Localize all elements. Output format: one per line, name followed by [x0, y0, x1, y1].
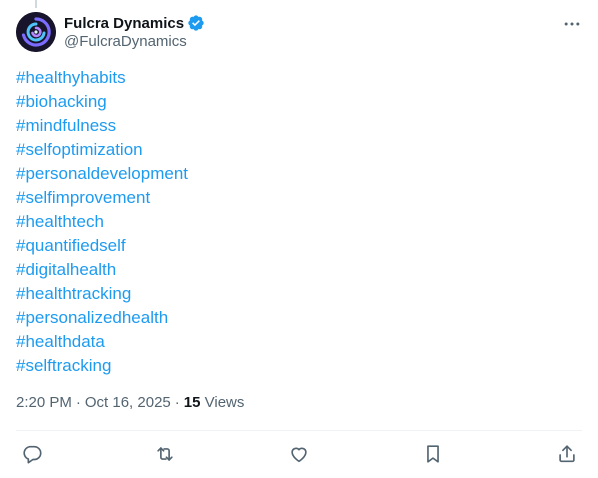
tweet-metadata: 2:20 PM · Oct 16, 2025 · 15 Views [16, 393, 244, 413]
views-label[interactable]: Views [205, 394, 245, 411]
repost-icon[interactable] [153, 442, 177, 466]
more-icon[interactable] [562, 14, 582, 34]
bookmark-icon[interactable] [421, 442, 445, 466]
views-count[interactable]: 15 [184, 394, 201, 411]
fulcra-logo-icon [16, 12, 56, 52]
tweet-actions-bar [16, 440, 582, 468]
tweet-time[interactable]: 2:20 PM [16, 394, 72, 411]
hashtag-link[interactable]: #personalizedhealth [16, 306, 582, 330]
hashtag-link[interactable]: #mindfulness [16, 114, 582, 138]
hashtag-link[interactable]: #healthyhabits [16, 66, 582, 90]
hashtag-link[interactable]: #healthdata [16, 330, 582, 354]
heart-icon[interactable] [287, 442, 311, 466]
tweet-body: #healthyhabits #biohacking #mindfulness … [16, 66, 582, 378]
meta-separator: · [174, 394, 180, 411]
hashtag-link[interactable]: #quantifiedself [16, 234, 582, 258]
avatar[interactable] [16, 12, 56, 52]
hashtag-link[interactable]: #selftracking [16, 354, 582, 378]
verified-badge-icon[interactable] [187, 14, 205, 32]
hashtag-link[interactable]: #biohacking [16, 90, 582, 114]
tweet-header: Fulcra Dynamics @FulcraDynamics [16, 12, 582, 52]
hashtag-link[interactable]: #personaldevelopment [16, 162, 582, 186]
hashtag-link[interactable]: #healthtech [16, 210, 582, 234]
divider [16, 430, 582, 431]
author-name-row: Fulcra Dynamics [64, 13, 205, 33]
share-icon[interactable] [555, 442, 579, 466]
tweet-date[interactable]: Oct 16, 2025 [85, 394, 171, 411]
hashtag-link[interactable]: #digitalhealth [16, 258, 582, 282]
author-handle[interactable]: @FulcraDynamics [64, 33, 187, 50]
hashtag-link[interactable]: #healthtracking [16, 282, 582, 306]
meta-separator: · [75, 394, 81, 411]
reply-icon[interactable] [20, 442, 44, 466]
thread-connector-line [35, 0, 37, 8]
hashtag-link[interactable]: #selfoptimization [16, 138, 582, 162]
hashtag-link[interactable]: #selfimprovement [16, 186, 582, 210]
author-display-name[interactable]: Fulcra Dynamics [64, 15, 184, 32]
